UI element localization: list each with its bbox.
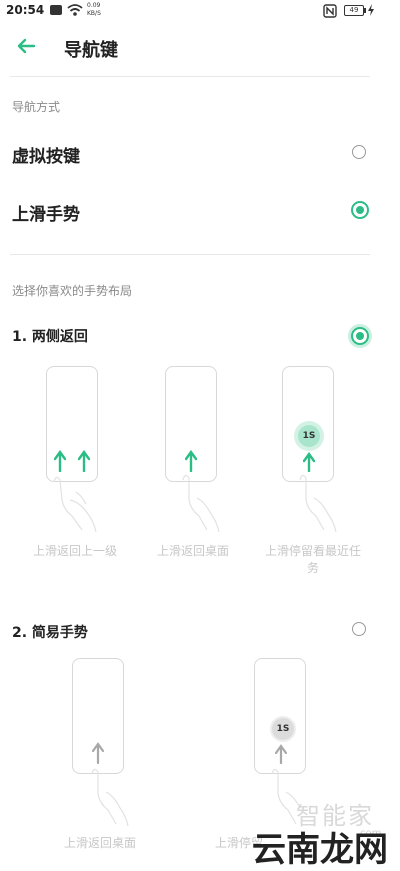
notification-icon [50, 5, 62, 15]
option-swipe-gesture-label: 上滑手势 [12, 205, 80, 225]
header-divider [10, 76, 370, 77]
back-arrow-icon[interactable] [14, 34, 38, 58]
layout-simple-gesture-radio[interactable] [352, 622, 366, 636]
layout-both-sides-back-radio[interactable] [351, 327, 369, 345]
hold-timer-badge: 1S [298, 425, 320, 447]
swipe-up-arrow-icon [54, 450, 66, 472]
caption-simple-home: 上滑返回桌面 [63, 836, 136, 850]
swipe-up-arrow-icon [185, 450, 197, 472]
swipe-up-arrow-icon [303, 452, 315, 472]
simple-card-home[interactable] [70, 658, 130, 830]
layout-both-sides-back-label: 1. 两侧返回 [12, 329, 88, 345]
hold-timer-badge: 1S [270, 716, 296, 742]
wifi-icon [67, 4, 83, 16]
page-title: 导航键 [64, 40, 118, 61]
hand-icon [182, 474, 220, 533]
status-time: 20:54 [6, 3, 45, 17]
swipe-up-arrow-icon [92, 742, 104, 764]
option-swipe-gesture[interactable]: 上滑手势 [0, 190, 400, 230]
caption-back-one-level: 上滑返回上一级 [32, 544, 117, 558]
layout-simple-gesture-label: 2. 简易手势 [12, 625, 88, 641]
layout-both-sides-back[interactable]: 1. 两侧返回 [0, 322, 400, 352]
gesture-card-back[interactable] [44, 366, 104, 536]
gesture-card-recents[interactable]: 1S [280, 366, 340, 536]
option-virtual-keys[interactable]: 虚拟按键 [0, 132, 400, 172]
watermark-yunnan: 云南龙网 [252, 830, 388, 870]
option-virtual-keys-label: 虚拟按键 [12, 147, 80, 167]
battery-icon: 49 [344, 5, 364, 16]
battery-level: 49 [349, 6, 359, 14]
section-divider [10, 254, 370, 255]
network-speed-value: 0.09 [87, 2, 101, 9]
caption-recents-line2: 务 [306, 561, 319, 575]
hand-icon [299, 474, 337, 533]
caption-recents-line1: 上滑停留看最近任 [264, 544, 361, 558]
gesture-card-home[interactable] [163, 366, 223, 536]
caption-back-home: 上滑返回桌面 [156, 544, 229, 558]
virtual-keys-radio[interactable] [352, 145, 366, 159]
charging-icon [368, 4, 374, 16]
swipe-up-arrow-icon [78, 450, 90, 472]
hand-icon [53, 476, 97, 533]
status-bar: 20:54 0.09 KB/S 49 [0, 0, 400, 22]
layout-simple-gesture[interactable]: 2. 简易手势 [0, 618, 400, 648]
network-speed-unit: KB/S [87, 10, 101, 17]
nfc-icon [323, 4, 337, 18]
swipe-gesture-radio[interactable] [351, 201, 369, 219]
hand-icon [91, 768, 129, 827]
nav-method-label: 导航方式 [12, 100, 61, 114]
gesture-layout-label: 选择你喜欢的手势布局 [12, 284, 133, 298]
swipe-up-arrow-icon [275, 744, 287, 764]
battery-tip [364, 8, 366, 13]
